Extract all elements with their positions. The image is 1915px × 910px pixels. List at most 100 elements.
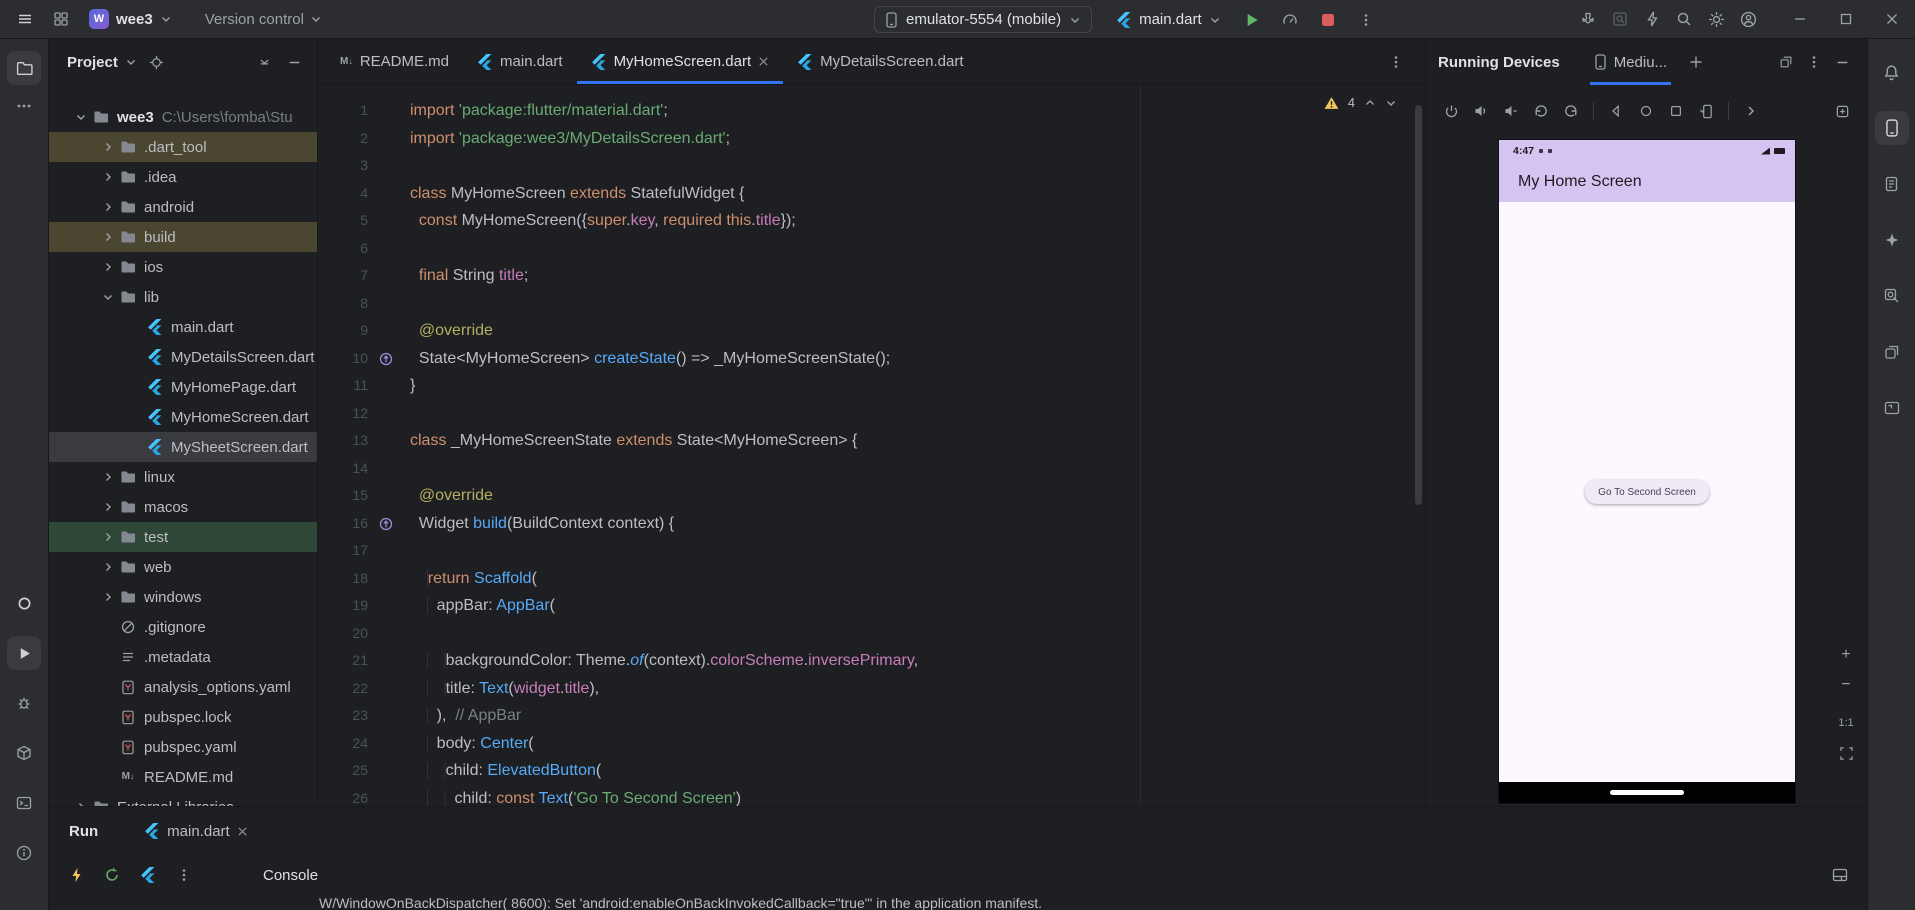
console-output[interactable]: W/WindowOnBackDispatcher( 8600): Set 'an… <box>49 895 1867 910</box>
minimize-button[interactable] <box>1777 0 1823 38</box>
emulator-tool-button[interactable] <box>1875 391 1909 425</box>
tree-item-mysheetscreen-dart[interactable]: MySheetScreen.dart <box>49 432 317 462</box>
nav-back-button[interactable] <box>1603 98 1629 124</box>
project-tool-button[interactable] <box>7 51 41 85</box>
plugins-button[interactable] <box>1575 6 1601 32</box>
tree-item-myhomepage-dart[interactable]: MyHomePage.dart <box>49 372 317 402</box>
hide-panel-button[interactable] <box>1829 49 1855 75</box>
zoom-out-button[interactable]: − <box>1833 672 1859 698</box>
tree-item--dart-tool[interactable]: .dart_tool <box>49 132 317 162</box>
hide-panel-button[interactable] <box>281 49 307 75</box>
locate-file-button[interactable] <box>144 49 170 75</box>
next-problem-button[interactable] <box>1385 97 1397 109</box>
go-to-second-screen-button[interactable]: Go To Second Screen <box>1585 480 1709 504</box>
add-device-button[interactable] <box>1683 49 1709 75</box>
rot-l-button[interactable] <box>1528 98 1554 124</box>
device-selector[interactable]: emulator-5554 (mobile) <box>874 6 1093 33</box>
override-gutter-icon[interactable] <box>379 517 393 531</box>
flutter-run-icon[interactable] <box>135 862 161 888</box>
collapse-all-button[interactable] <box>251 49 277 75</box>
run-tab-main-dart[interactable]: main.dart <box>134 807 258 855</box>
gemini-tool-button[interactable] <box>1875 223 1909 257</box>
close-tab-button[interactable] <box>237 826 248 837</box>
tree-item-ios[interactable]: ios <box>49 252 317 282</box>
editor-tab-readme-md[interactable]: M ↓ README.md <box>326 39 463 84</box>
maximize-button[interactable] <box>1823 0 1869 38</box>
editor-scrollbar-thumb[interactable] <box>1415 105 1422 505</box>
tree-item-root[interactable]: wee3 C:\Users\fomba\Stu <box>49 102 317 132</box>
running-devices-tool-button[interactable] <box>1874 111 1909 145</box>
tree-item-windows[interactable]: windows <box>49 582 317 612</box>
tree-item-main-dart[interactable]: main.dart <box>49 312 317 342</box>
zoom-in-button[interactable]: + <box>1833 642 1859 668</box>
editor-tab-main-dart[interactable]: main.dart <box>463 39 577 84</box>
quick-actions-button[interactable] <box>1639 6 1665 32</box>
chevron-right-icon[interactable] <box>98 201 118 213</box>
main-menu-button[interactable] <box>8 5 42 33</box>
float-window-button[interactable] <box>1773 49 1799 75</box>
device-inspector-button[interactable] <box>1607 6 1633 32</box>
tree-item-analysis-options-yaml[interactable]: analysis_options.yaml <box>49 672 317 702</box>
run-tool-button[interactable] <box>7 636 41 670</box>
tree-item-readme-md[interactable]: M ↓ README.md <box>49 762 317 792</box>
screenshot-button[interactable] <box>1693 98 1719 124</box>
more-tool-windows-button[interactable] <box>7 89 41 123</box>
override-gutter-icon[interactable] <box>379 352 393 366</box>
dependencies-tool-button[interactable] <box>7 736 41 770</box>
layout-settings-button[interactable] <box>1827 862 1853 888</box>
run-config-selector[interactable]: main.dart <box>1106 6 1231 33</box>
tree-item-linux[interactable]: linux <box>49 462 317 492</box>
chevron-down-icon[interactable] <box>98 291 118 303</box>
tree-item-macos[interactable]: macos <box>49 492 317 522</box>
tree-item-external-libraries[interactable]: External Libraries <box>49 792 317 806</box>
zoom-fit-button[interactable] <box>1833 740 1859 766</box>
chevron-right-icon[interactable] <box>98 471 118 483</box>
chevron-right-icon[interactable] <box>98 561 118 573</box>
tree-item--metadata[interactable]: .metadata <box>49 642 317 672</box>
editor-tab-mydetailsscreen-dart[interactable]: MyDetailsScreen.dart <box>783 39 977 84</box>
chevron-right-icon[interactable] <box>98 171 118 183</box>
vcs-widget[interactable]: Version control <box>195 5 332 33</box>
debug-tool-button[interactable] <box>7 686 41 720</box>
terminal-tool-button[interactable] <box>7 786 41 820</box>
stop-button[interactable] <box>1311 6 1345 34</box>
run-options-button[interactable] <box>171 862 197 888</box>
tree-item-mydetailsscreen-dart[interactable]: MyDetailsScreen.dart <box>49 342 317 372</box>
tool-windows-button[interactable] <box>44 5 78 33</box>
tree-item-pubspec-lock[interactable]: pubspec.lock <box>49 702 317 732</box>
gesture-pill[interactable] <box>1610 790 1684 795</box>
console-tab[interactable]: Console <box>263 867 318 884</box>
chevron-right-icon[interactable] <box>98 531 118 543</box>
more-actions-button[interactable] <box>1349 6 1383 34</box>
vol-down-button[interactable] <box>1498 98 1524 124</box>
profiler-button[interactable] <box>1273 6 1307 34</box>
chevron-right-icon[interactable] <box>98 261 118 273</box>
close-tab-button[interactable] <box>758 56 769 67</box>
profile-button[interactable] <box>1735 6 1761 32</box>
tree-item-android[interactable]: android <box>49 192 317 222</box>
chev-right-lg-button[interactable] <box>1738 98 1764 124</box>
tree-item-test[interactable]: test <box>49 522 317 552</box>
chevron-right-icon[interactable] <box>98 231 118 243</box>
search-everywhere-button[interactable] <box>1671 6 1697 32</box>
coverage-tool-button[interactable] <box>7 586 41 620</box>
hot-restart-button[interactable] <box>99 862 125 888</box>
tree-item-web[interactable]: web <box>49 552 317 582</box>
layout-inspector-tool-button[interactable] <box>1875 279 1909 313</box>
tree-item--gitignore[interactable]: .gitignore <box>49 612 317 642</box>
close-button[interactable] <box>1869 0 1915 38</box>
chevron-right-icon[interactable] <box>98 501 118 513</box>
tree-item-myhomescreen-dart[interactable]: MyHomeScreen.dart <box>49 402 317 432</box>
device-tab[interactable]: Mediu... <box>1584 39 1677 85</box>
chevron-right-icon[interactable] <box>98 141 118 153</box>
tree-item-build[interactable]: build <box>49 222 317 252</box>
run-button[interactable] <box>1235 6 1269 34</box>
tree-item-lib[interactable]: lib <box>49 282 317 312</box>
notifications-button[interactable] <box>1875 55 1909 89</box>
power-button[interactable] <box>1438 98 1464 124</box>
app-inspection-tool-button[interactable] <box>1875 335 1909 369</box>
nav-overview-button[interactable] <box>1663 98 1689 124</box>
zoom-reset-button[interactable]: 1:1 <box>1833 710 1859 736</box>
code-area[interactable]: 1 import 'package:flutter/material.dart';… <box>318 85 1425 806</box>
snapshot-button[interactable] <box>1829 98 1855 124</box>
